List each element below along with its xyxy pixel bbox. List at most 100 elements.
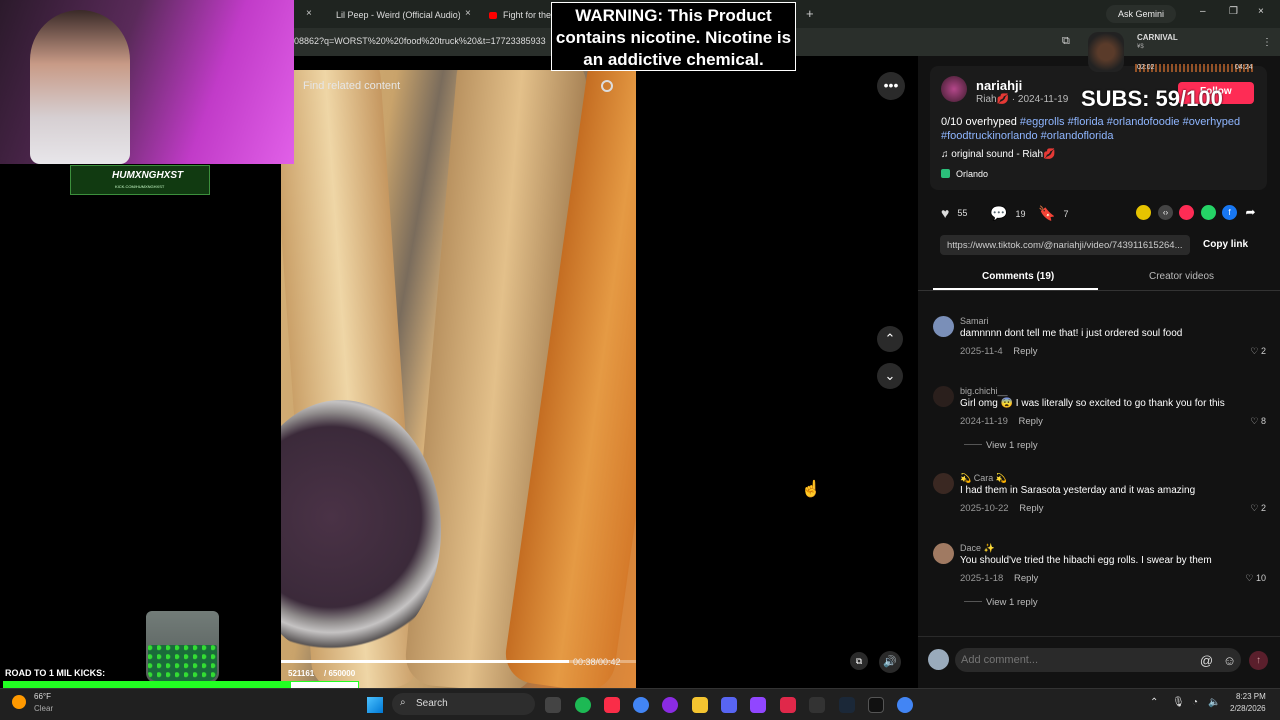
obs-icon[interactable] [868, 697, 884, 713]
reply-button[interactable]: Reply [1019, 503, 1043, 514]
chrome-icon[interactable] [897, 697, 913, 713]
post-comment-button[interactable]: ↑ [1249, 651, 1268, 670]
task-view-icon[interactable] [545, 697, 561, 713]
view-replies-button[interactable]: View 1 reply [964, 440, 1038, 451]
save-button[interactable]: 🔖 7 [1038, 205, 1068, 222]
clock-time[interactable]: 8:23 PM [1236, 692, 1266, 701]
avatar[interactable] [933, 543, 954, 564]
new-tab-button[interactable]: + [806, 6, 814, 21]
creator-subline: Riah💋 · 2024-11-19 [976, 94, 1069, 105]
caption-text: 0/10 overhyped [941, 116, 1017, 128]
video-time: 00:38/00:42 [573, 657, 621, 667]
copy-link-button[interactable]: Copy link [1203, 239, 1248, 250]
creator-avatar[interactable] [941, 76, 967, 102]
embed-icon[interactable]: ‹› [1158, 205, 1173, 220]
comment-text: You should've tried the hibachi egg roll… [960, 555, 1212, 566]
video-player[interactable] [281, 70, 636, 688]
creator-username[interactable]: nariahji [976, 78, 1022, 93]
comment-meta: 2025-1-18 Reply [960, 573, 1038, 584]
comment-like-button[interactable]: ♡ 2 [1250, 503, 1266, 514]
comment-like-button[interactable]: ♡ 2 [1250, 346, 1266, 357]
view-replies-button[interactable]: View 1 reply [964, 597, 1038, 608]
windows-start-icon[interactable] [367, 697, 383, 713]
app-icon[interactable] [780, 697, 796, 713]
comment-item: big.chichi__ Girl omg 😨 I was literally … [930, 386, 1270, 456]
music-note-icon: ♫ [941, 149, 952, 160]
reply-button[interactable]: Reply [1019, 416, 1043, 427]
microphone-icon[interactable]: 🎙 [1172, 697, 1185, 708]
mention-icon[interactable]: @ [1200, 653, 1213, 668]
tab-fight[interactable]: Fight for the [489, 4, 551, 26]
taskbar-search[interactable]: ⌕ Search [392, 693, 535, 715]
album-art [1088, 32, 1124, 72]
app-icon[interactable] [809, 697, 825, 713]
sound-title[interactable]: original sound - Riah💋 [951, 149, 1055, 160]
avatar[interactable] [933, 386, 954, 407]
location-name[interactable]: Orlando [956, 169, 988, 179]
avatar[interactable] [933, 473, 954, 494]
music-app-icon[interactable] [604, 697, 620, 713]
maximize-icon[interactable]: ❐ [1229, 6, 1238, 17]
comment-user[interactable]: big.chichi__ [960, 386, 1008, 396]
comment-button[interactable]: 💬 19 [990, 205, 1025, 222]
previous-video-button[interactable]: ⌃ [877, 326, 903, 352]
app-icon[interactable] [662, 697, 678, 713]
comment-item: Samari damnnnn dont tell me that! i just… [930, 316, 1270, 376]
video-progress-fill [281, 660, 569, 663]
clock-date[interactable]: 2/28/2026 [1230, 704, 1266, 713]
ask-gemini-button[interactable]: Ask Gemini [1106, 5, 1176, 23]
tab-close-icon[interactable]: × [306, 8, 312, 19]
file-explorer-icon[interactable] [692, 697, 708, 713]
share-arrow-icon[interactable]: ➦ [1243, 205, 1258, 220]
comment-user[interactable]: Dace ✨ [960, 543, 995, 554]
tray-overflow-icon[interactable]: ⌃ [1150, 697, 1158, 708]
more-options-button[interactable]: ••• [877, 72, 905, 100]
comment-like-count: 2 [1260, 503, 1266, 513]
picture-in-picture-icon[interactable]: ⧉ [850, 652, 868, 670]
comment-like-button[interactable]: ♡ 10 [1245, 573, 1266, 584]
wifi-icon[interactable]: ◔ [1192, 697, 1198, 708]
minimize-icon[interactable]: – [1200, 6, 1206, 17]
comment-input[interactable] [955, 648, 1195, 672]
tab-creator-videos[interactable]: Creator videos [1149, 271, 1214, 282]
search-icon[interactable] [601, 80, 613, 92]
avatar[interactable] [933, 316, 954, 337]
weather-icon[interactable] [12, 695, 26, 709]
music-elapsed: 02:02 [1137, 64, 1155, 71]
post-link[interactable]: https://www.tiktok.com/@nariahji/video/7… [940, 235, 1190, 255]
next-video-button[interactable]: ⌄ [877, 363, 903, 389]
comment-like-button[interactable]: ♡ 8 [1250, 416, 1266, 427]
music-duration: 04:24 [1235, 64, 1253, 71]
discord-icon[interactable] [721, 697, 737, 713]
reply-button[interactable]: Reply [1014, 573, 1038, 584]
road-label: ROAD TO 1 MIL KICKS: [5, 668, 106, 678]
like-button[interactable]: ♥ 55 [941, 205, 967, 221]
tab-close-icon[interactable]: × [465, 8, 471, 19]
send-icon[interactable] [1179, 205, 1194, 220]
spotify-icon[interactable] [575, 697, 591, 713]
whatsapp-icon[interactable] [1201, 205, 1216, 220]
tab-title: Fight for the [502, 10, 551, 20]
comment-user[interactable]: Samari [960, 316, 989, 326]
search-icon: ⌕ [400, 697, 406, 708]
volume-icon[interactable]: 🔊 [879, 651, 901, 673]
tab-lil-peep[interactable]: Lil Peep - Weird (Official Audio) [330, 4, 460, 26]
weather-temp[interactable]: 66°F [34, 692, 51, 701]
volume-icon[interactable]: 🔈 [1208, 697, 1220, 708]
weather-condition[interactable]: Clear [34, 704, 53, 713]
emoji-icon[interactable]: ☺ [1223, 653, 1236, 668]
repost-icon[interactable] [1136, 205, 1151, 220]
location-tag[interactable]: Orlando [941, 169, 988, 179]
twitch-icon[interactable] [750, 697, 766, 713]
close-window-icon[interactable]: × [1258, 6, 1264, 17]
url-text[interactable]: 08862?q=WORST%20%20food%20truck%20&t=177… [294, 36, 546, 46]
find-related-search[interactable]: Find related content [303, 80, 400, 92]
tab-comments[interactable]: Comments (19) [982, 271, 1054, 282]
reply-button[interactable]: Reply [1013, 346, 1037, 357]
sound-link[interactable]: ♫ original sound - Riah💋 [941, 149, 1055, 160]
facebook-icon[interactable]: f [1222, 205, 1237, 220]
chrome-icon[interactable] [633, 697, 649, 713]
steam-icon[interactable] [839, 697, 855, 713]
cast-icon[interactable]: ⧉ [1062, 35, 1070, 48]
comment-user[interactable]: 💫 Cara 💫 [960, 473, 1007, 484]
